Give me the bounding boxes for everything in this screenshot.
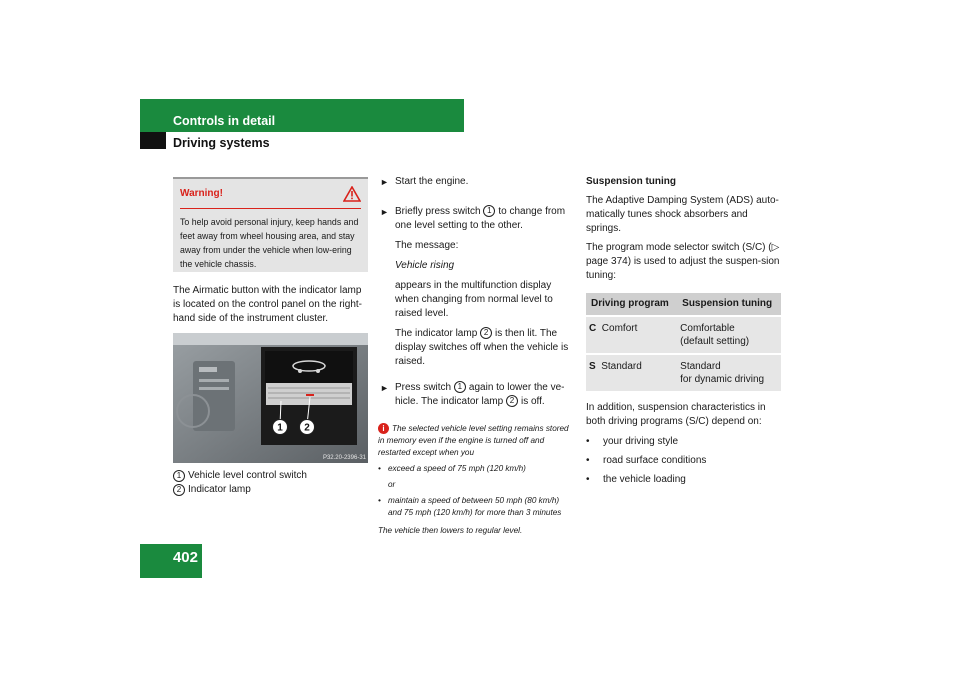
lamp-description: The indicator lamp 2 is then lit. The dis…	[395, 327, 569, 367]
svg-text:1: 1	[277, 423, 283, 434]
step-arrow-icon: ►	[380, 177, 389, 187]
bullet-icon: •	[378, 464, 381, 473]
table-row: S Standard Standard for dynamic driving	[586, 353, 781, 391]
tuning-value: Comfortable	[680, 323, 735, 334]
legend-item-1: 1 Vehicle level control switch	[173, 469, 368, 483]
program-name: Comfort	[601, 323, 638, 334]
column-2: ► Start the engine. ► Briefly press swit…	[378, 175, 575, 537]
column-3: Suspension tuning The Adaptive Damping S…	[586, 175, 781, 492]
callout-1: 1	[483, 205, 496, 218]
program-code: C	[589, 323, 597, 334]
info-note: i The selected vehicle level setting rema…	[378, 423, 575, 537]
message-vehicle-rising: Vehicle rising	[395, 260, 455, 271]
table-header-row: Driving program Suspension tuning	[586, 293, 781, 316]
warning-box: Warning! To help avoid personal injury, …	[173, 177, 368, 272]
callout-2: 2	[480, 327, 493, 340]
list-item: • road surface conditions	[586, 455, 707, 466]
message-label: The message:	[395, 240, 459, 251]
bullet-icon: •	[378, 496, 381, 505]
section-title: Controls in detail	[173, 114, 276, 128]
note-bullet-1: • exceed a speed of 75 mph (120 km/h)	[378, 464, 526, 473]
warning-header: Warning!	[180, 179, 361, 209]
tuning-note: (default setting)	[680, 336, 750, 347]
bullet-icon: •	[586, 455, 590, 466]
note-or: or	[388, 480, 396, 489]
suspension-heading: Suspension tuning	[586, 176, 676, 187]
note-end: The vehicle then lowers to regular level…	[378, 526, 523, 535]
ads-paragraph: The Adaptive Damping System (ADS) auto-m…	[586, 195, 779, 234]
list-item: • your driving style	[586, 436, 679, 447]
airmatic-intro: The Airmatic button with the indicator l…	[173, 285, 363, 324]
callout-1: 1	[173, 470, 185, 482]
note-bullet-2: • maintain a speed of between 50 mph (80…	[378, 496, 562, 517]
figure-code: P32.20-2396-31	[323, 455, 367, 461]
bullet-icon: •	[586, 474, 590, 485]
program-name: Standard	[601, 361, 642, 372]
table-row: C Comfort Comfortable (default setting)	[586, 315, 781, 354]
column-1: Warning! To help avoid personal injury, …	[173, 177, 368, 497]
legend-label-1: Vehicle level control switch	[188, 470, 307, 481]
bullet-icon: •	[586, 436, 590, 447]
table-header-tuning: Suspension tuning	[677, 293, 781, 316]
step-text: Briefly press switch 1 to change from one…	[395, 205, 566, 231]
warning-triangle-icon	[343, 185, 361, 202]
control-panel-illustration: 1 2 P32.20-2396-31	[173, 333, 368, 463]
page-number: 402	[172, 549, 198, 566]
subsection-title: Driving systems	[173, 136, 270, 150]
header-corner-block	[140, 132, 166, 149]
step-text: Start the engine.	[395, 176, 469, 187]
svg-text:2: 2	[304, 423, 310, 434]
step-start-engine: ► Start the engine.	[380, 175, 575, 195]
characteristics-list: • your driving style • road surface condit…	[586, 435, 781, 487]
step-lower-vehicle: ► Press switch 1 again to lower the ve-hi…	[380, 381, 575, 415]
suspension-table: Driving program Suspension tuning C Comf…	[586, 293, 781, 391]
list-item: • the vehicle loading	[586, 474, 686, 485]
program-code: S	[589, 361, 596, 372]
tuning-value: Standard	[680, 361, 721, 372]
info-icon: i	[378, 423, 389, 435]
step-arrow-icon: ►	[380, 207, 389, 217]
warning-title: Warning!	[180, 187, 223, 199]
figure-legend: 1 Vehicle level control switch 2 Indicat…	[173, 469, 368, 497]
selector-paragraph: The program mode selector switch (S/C) (…	[586, 242, 780, 281]
note-intro: The selected vehicle level setting remai…	[378, 424, 569, 457]
callout-2: 2	[505, 395, 518, 408]
control-panel-figure: 1 2 P32.20-2396-31	[173, 333, 368, 463]
step-text: Press switch 1 again to lower the ve-hicl…	[395, 381, 565, 408]
message-description: appears in the multifunction display whe…	[395, 280, 553, 319]
legend-label-2: Indicator lamp	[188, 484, 251, 495]
table-header-program: Driving program	[586, 293, 678, 316]
characteristics-paragraph: In addition, suspension characteristics …	[586, 402, 766, 427]
callout-1: 1	[453, 381, 466, 394]
step-press-switch: ► Briefly press switch 1 to change from o…	[380, 205, 575, 375]
legend-item-2: 2 Indicator lamp	[173, 483, 368, 497]
callout-2: 2	[173, 484, 185, 496]
warning-text: To help avoid personal injury, keep hand…	[180, 217, 359, 269]
tuning-note: for dynamic driving	[680, 374, 765, 385]
step-arrow-icon: ►	[380, 383, 389, 393]
